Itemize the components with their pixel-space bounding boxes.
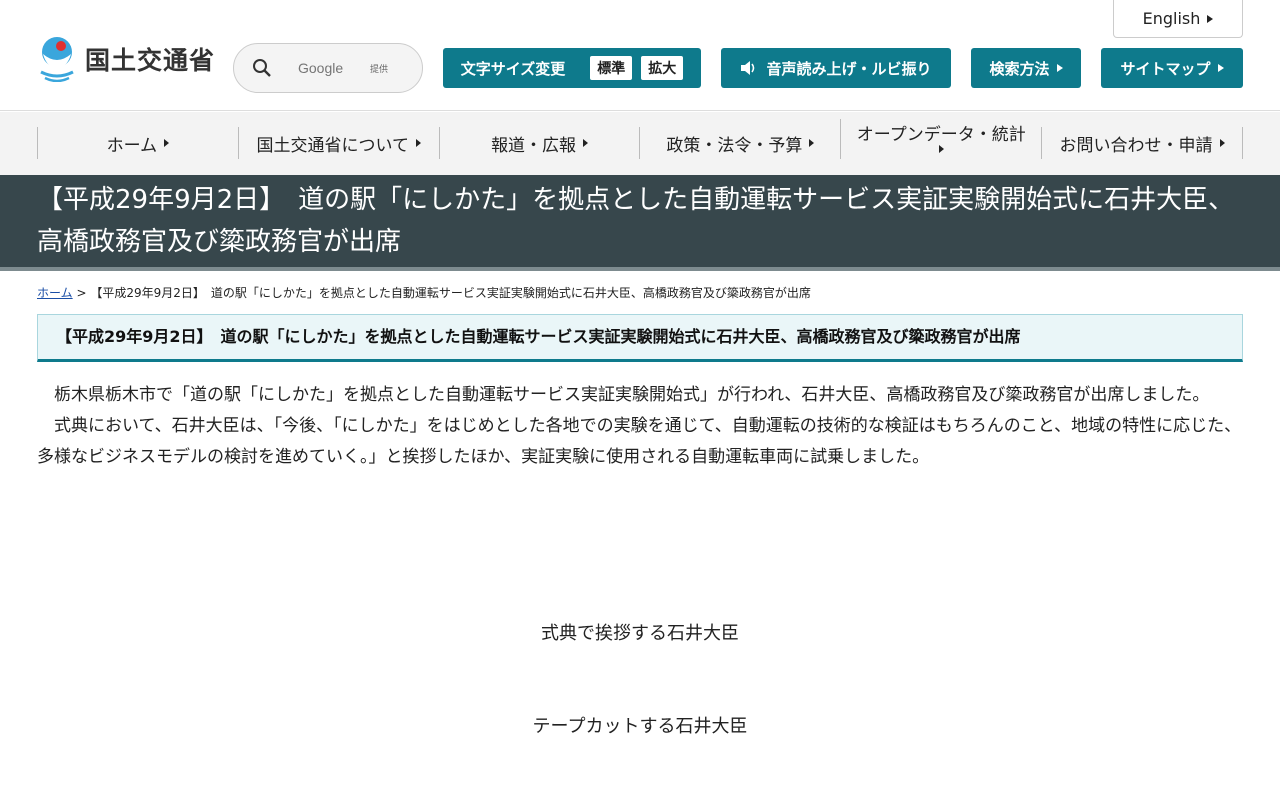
- arrow-right-icon: [938, 145, 944, 153]
- arrow-right-icon: [1219, 139, 1225, 147]
- global-nav: ホーム 国土交通省について 報道・広報 政策・法令・予算 オープンデータ・統計 …: [0, 112, 1280, 175]
- nav-item-home[interactable]: ホーム: [37, 127, 238, 159]
- nav-item-opendata[interactable]: オープンデータ・統計: [840, 119, 1041, 159]
- nav-item-contact[interactable]: お問い合わせ・申請: [1041, 127, 1243, 159]
- mlit-logo-icon: [37, 36, 77, 83]
- site-header: 国土交通省 提供 English 文字サイズ変更 標準 拡大 音声読み上げ・ルビ…: [0, 0, 1280, 111]
- breadcrumb-home-link[interactable]: ホーム: [37, 286, 73, 300]
- font-size-label: 文字サイズ変更: [460, 59, 566, 78]
- article-paragraph: 栃木県栃木市で「道の駅「にしかた」を拠点とした自動運転サービス実証実験開始式」が…: [54, 385, 1210, 405]
- breadcrumb-current: 【平成29年9月2日】 道の駅「にしかた」を拠点とした自動運転サービス実証実験開…: [90, 286, 811, 300]
- nav-item-policy[interactable]: 政策・法令・予算: [639, 127, 840, 159]
- sitemap-label: サイトマップ: [1120, 59, 1211, 78]
- breadcrumb: ホーム > 【平成29年9月2日】 道の駅「にしかた」を拠点とした自動運転サービ…: [37, 284, 811, 301]
- voice-ruby-button[interactable]: 音声読み上げ・ルビ振り: [721, 48, 951, 88]
- font-size-standard-button[interactable]: 標準: [590, 56, 633, 80]
- site-search[interactable]: 提供: [233, 43, 423, 93]
- speaker-icon: [741, 61, 755, 75]
- arrow-right-icon: [1207, 14, 1214, 23]
- nav-item-label: オープンデータ・統計: [856, 125, 1026, 145]
- article-body: 栃木県栃木市で「道の駅「にしかた」を拠点とした自動運転サービス実証実験開始式」が…: [37, 380, 1243, 473]
- nav-item-label: 報道・広報: [491, 135, 577, 156]
- sitemap-button[interactable]: サイトマップ: [1101, 48, 1243, 88]
- photo-caption: テープカットする石井大臣: [532, 716, 748, 737]
- nav-item-about[interactable]: 国土交通省について: [237, 127, 439, 159]
- font-size-large-button[interactable]: 拡大: [641, 56, 684, 80]
- arrow-right-icon: [1217, 64, 1224, 72]
- nav-item-label: お問い合わせ・申請: [1059, 135, 1213, 156]
- photo-caption: 式典で挨拶する石井大臣: [541, 623, 739, 644]
- search-input[interactable]: [298, 60, 408, 76]
- english-label: English: [1142, 9, 1201, 28]
- nav-item-label: ホーム: [106, 135, 158, 156]
- article-heading: 【平成29年9月2日】 道の駅「にしかた」を拠点とした自動運転サービス実証実験開…: [56, 327, 1021, 346]
- article-paragraph: 式典において、石井大臣は、「今後、「にしかた」をはじめとした各地での実験を通じて…: [37, 416, 1242, 467]
- nav-item-label: 国土交通省について: [256, 135, 409, 156]
- search-method-label: 検索方法: [989, 59, 1050, 78]
- search-method-button[interactable]: 検索方法: [971, 48, 1081, 88]
- nav-item-press[interactable]: 報道・広報: [438, 127, 640, 159]
- arrow-right-icon: [1056, 64, 1063, 72]
- arrow-right-icon: [583, 139, 589, 147]
- page-title-band: 【平成29年9月2日】 道の駅「にしかた」を拠点とした自動運転サービス実証実験開…: [0, 175, 1280, 271]
- article-heading-box: 【平成29年9月2日】 道の駅「にしかた」を拠点とした自動運転サービス実証実験開…: [37, 314, 1243, 362]
- nav-item-label: 政策・法令・予算: [666, 135, 803, 156]
- site-logo[interactable]: 国土交通省: [37, 36, 216, 83]
- page-title: 【平成29年9月2日】 道の駅「にしかた」を拠点とした自動運転サービス実証実験開…: [37, 185, 1235, 257]
- arrow-right-icon: [809, 139, 815, 147]
- font-size-control: 文字サイズ変更 標準 拡大: [443, 48, 701, 88]
- english-link[interactable]: English: [1113, 0, 1243, 38]
- arrow-right-icon: [164, 139, 170, 147]
- logo-text: 国土交通省: [85, 46, 216, 75]
- search-icon[interactable]: [252, 58, 272, 78]
- voice-ruby-label: 音声読み上げ・ルビ振り: [766, 59, 932, 78]
- search-provider-label: 提供: [370, 64, 389, 75]
- breadcrumb-separator: >: [76, 286, 87, 300]
- arrow-right-icon: [415, 139, 421, 147]
